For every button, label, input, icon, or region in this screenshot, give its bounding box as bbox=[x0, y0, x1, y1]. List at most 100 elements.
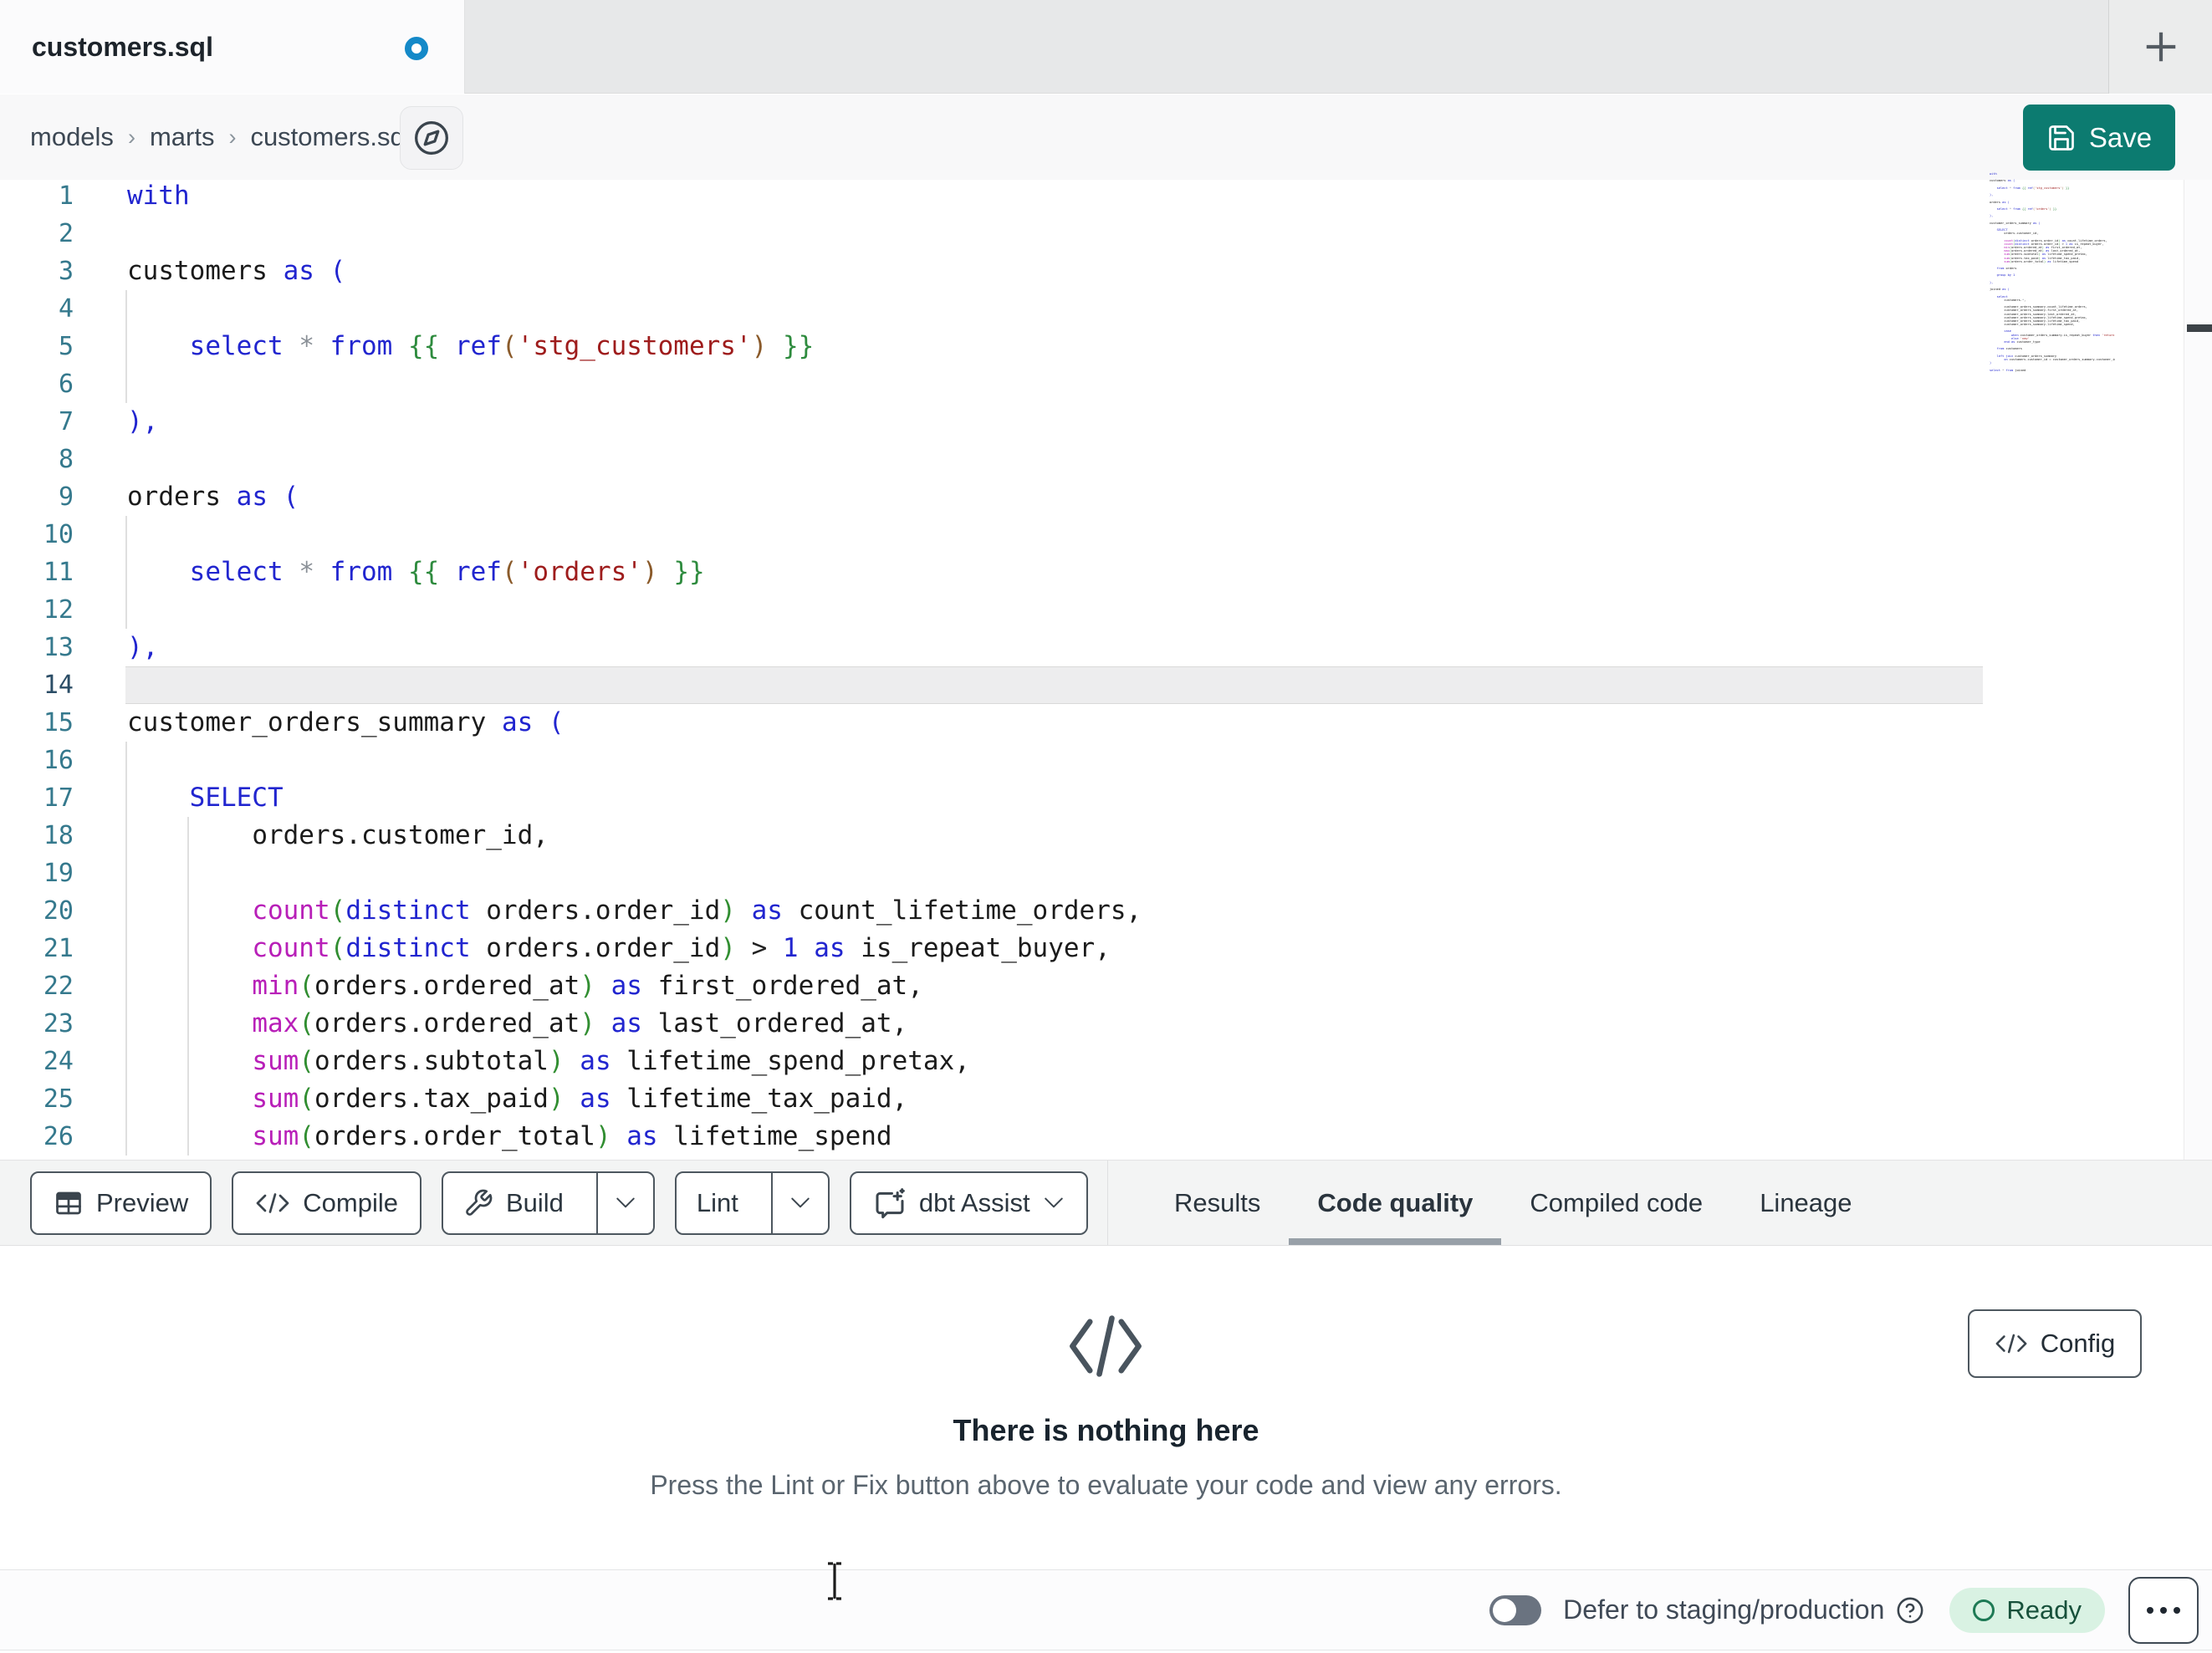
line-number: 1 bbox=[58, 181, 74, 211]
more-options-button[interactable] bbox=[2128, 1576, 2199, 1644]
code-line-7[interactable]: 7), bbox=[0, 403, 1983, 441]
code-line-11[interactable]: 11 select * from {{ ref('orders') }} bbox=[0, 554, 1983, 591]
toggle-knob bbox=[1493, 1598, 1517, 1622]
build-button-group: Build bbox=[441, 1171, 655, 1235]
preview-label: Preview bbox=[96, 1187, 189, 1217]
lint-dropdown-button[interactable] bbox=[770, 1172, 828, 1233]
code-line-10[interactable]: 10 bbox=[0, 516, 1983, 554]
code-lines: 1 with 2 3 customers as (4 5 select * from {{… bbox=[0, 177, 1983, 1156]
code-line-8[interactable]: 8 bbox=[0, 441, 1983, 478]
code-line-13[interactable]: 13), bbox=[0, 629, 1983, 666]
code-line-18[interactable]: 18 orders.customer_id, bbox=[0, 817, 1983, 855]
editor-toolbar: Preview Compile Build Lint dbt Assist Re… bbox=[0, 1160, 2212, 1246]
code-line-4[interactable]: 4 bbox=[0, 290, 1983, 328]
line-number: 19 bbox=[43, 859, 74, 888]
line-number: 6 bbox=[58, 370, 74, 399]
breadcrumb-item-marts[interactable]: marts bbox=[150, 122, 215, 152]
code-line-12[interactable]: 12 bbox=[0, 591, 1983, 629]
compile-label: Compile bbox=[303, 1187, 398, 1217]
toolbar-divider bbox=[1107, 1161, 1108, 1245]
code-line-3[interactable]: 3 customers as ( bbox=[0, 253, 1983, 290]
status-label: Ready bbox=[2006, 1594, 2082, 1625]
line-number: 20 bbox=[43, 896, 74, 926]
defer-toggle[interactable] bbox=[1489, 1594, 1542, 1625]
code-icon bbox=[1995, 1334, 2027, 1354]
code-line-25[interactable]: 25 sum(orders.tax_paid) as lifetime_tax_… bbox=[0, 1080, 1983, 1118]
open-in-lineage-button[interactable] bbox=[400, 106, 463, 170]
line-number: 5 bbox=[58, 332, 74, 361]
save-button[interactable]: Save bbox=[2023, 105, 2175, 171]
code-line-5[interactable]: 5 select * from {{ ref('stg_customers') … bbox=[0, 328, 1983, 365]
code-line-9[interactable]: 9 orders as ( bbox=[0, 478, 1983, 516]
config-button[interactable]: Config bbox=[1968, 1309, 2142, 1378]
build-label: Build bbox=[505, 1187, 564, 1217]
line-number: 3 bbox=[58, 257, 74, 286]
breadcrumb-item-models[interactable]: models bbox=[30, 122, 114, 152]
code-editor[interactable]: 1 with 2 3 customers as (4 5 select * from {{… bbox=[0, 172, 2212, 1160]
results-tab-strip: Results Code quality Compiled code Lineage bbox=[1146, 1161, 1881, 1245]
code-line-19[interactable]: 19 bbox=[0, 855, 1983, 892]
help-circle-icon bbox=[1897, 1597, 1923, 1623]
breadcrumb-item-customers-sql[interactable]: customers.sql bbox=[250, 122, 410, 152]
plus-icon bbox=[2146, 32, 2175, 62]
new-tab-button[interactable] bbox=[2108, 0, 2212, 94]
code-line-26[interactable]: 26 sum(orders.order_total) as lifetime_s… bbox=[0, 1118, 1983, 1156]
defer-help-button[interactable] bbox=[1896, 1596, 1924, 1625]
line-number: 21 bbox=[43, 934, 74, 963]
code-line-22[interactable]: 22 min(orders.ordered_at) as first_order… bbox=[0, 967, 1983, 1005]
code-line-24[interactable]: 24 sum(orders.subtotal) as lifetime_spen… bbox=[0, 1043, 1983, 1080]
line-number: 15 bbox=[43, 708, 74, 737]
line-number: 26 bbox=[43, 1122, 74, 1151]
breadcrumb-separator: › bbox=[228, 124, 237, 150]
tab-customers-sql[interactable]: customers.sql bbox=[0, 0, 465, 94]
tab-compiled-code[interactable]: Compiled code bbox=[1501, 1161, 1731, 1245]
tab-lineage[interactable]: Lineage bbox=[1731, 1161, 1880, 1245]
status-ring-icon bbox=[1973, 1599, 1995, 1621]
line-number: 25 bbox=[43, 1084, 74, 1114]
code-line-17[interactable]: 17 SELECT bbox=[0, 779, 1983, 817]
code-line-1[interactable]: 1 with bbox=[0, 177, 1983, 215]
build-dropdown-button[interactable] bbox=[595, 1172, 653, 1233]
code-line-14[interactable]: 14 bbox=[0, 666, 1983, 704]
file-header-bar: models › marts › customers.sql Save bbox=[0, 94, 2212, 180]
code-line-6[interactable]: 6 bbox=[0, 365, 1983, 403]
config-label: Config bbox=[2040, 1329, 2116, 1358]
code-line-15[interactable]: 15 customer_orders_summary as ( bbox=[0, 704, 1983, 742]
compile-button[interactable]: Compile bbox=[232, 1171, 421, 1235]
lint-button[interactable]: Lint bbox=[677, 1173, 759, 1233]
line-number: 17 bbox=[43, 783, 74, 813]
tab-code-quality[interactable]: Code quality bbox=[1289, 1161, 1501, 1245]
compass-icon bbox=[415, 121, 448, 155]
dbt-assist-button[interactable]: dbt Assist bbox=[849, 1171, 1088, 1235]
scrollbar-cursor-marker bbox=[2187, 324, 2212, 332]
preview-button[interactable]: Preview bbox=[30, 1171, 212, 1235]
lint-label: Lint bbox=[696, 1187, 738, 1217]
code-line-23[interactable]: 23 max(orders.ordered_at) as last_ordere… bbox=[0, 1005, 1983, 1043]
line-number: 18 bbox=[43, 821, 74, 850]
line-number: 11 bbox=[43, 558, 74, 587]
chevron-down-icon bbox=[1044, 1197, 1063, 1207]
line-number: 13 bbox=[43, 633, 74, 662]
line-number: 12 bbox=[43, 595, 74, 625]
tab-results[interactable]: Results bbox=[1146, 1161, 1289, 1245]
line-number: 16 bbox=[43, 746, 74, 775]
wrench-icon bbox=[466, 1189, 493, 1216]
code-line-16[interactable]: 16 bbox=[0, 742, 1983, 779]
line-number: 9 bbox=[58, 482, 74, 512]
editor-scrollbar[interactable] bbox=[2184, 180, 2212, 1160]
line-number: 10 bbox=[43, 520, 74, 549]
tab-label: customers.sql bbox=[32, 31, 213, 62]
code-line-20[interactable]: 20 count(distinct orders.order_id) as co… bbox=[0, 892, 1983, 930]
empty-state-subtitle: Press the Lint or Fix button above to ev… bbox=[650, 1470, 1562, 1500]
build-button[interactable]: Build bbox=[443, 1173, 584, 1233]
line-number: 8 bbox=[58, 445, 74, 474]
code-line-21[interactable]: 21 count(distinct orders.order_id) > 1 a… bbox=[0, 930, 1983, 967]
line-number: 24 bbox=[43, 1047, 74, 1076]
minimap[interactable]: with customers as ( select * from {{ ref(… bbox=[1990, 172, 2115, 381]
editor-tab-bar: customers.sql bbox=[0, 0, 2212, 94]
connection-status-badge[interactable]: Ready bbox=[1949, 1587, 2105, 1633]
mouse-ibeam-cursor bbox=[828, 1562, 841, 1600]
code-icon bbox=[256, 1192, 289, 1213]
code-line-2[interactable]: 2 bbox=[0, 215, 1983, 253]
chevron-down-icon bbox=[616, 1197, 635, 1207]
